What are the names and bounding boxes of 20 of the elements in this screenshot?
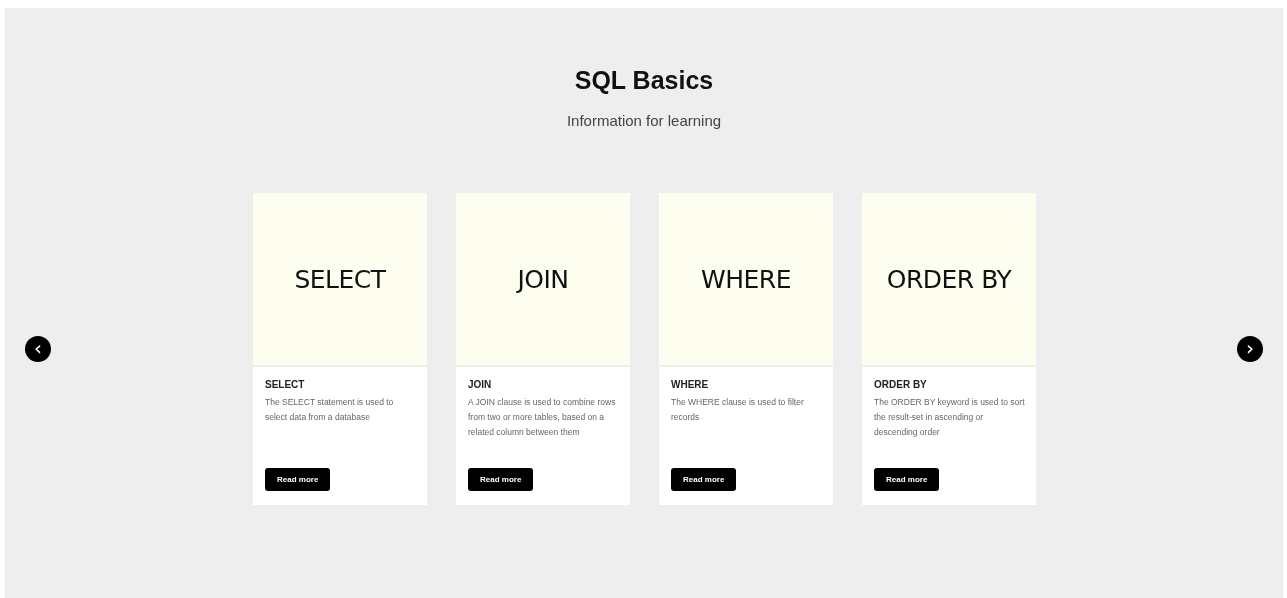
- card-title: SELECT: [265, 379, 306, 390]
- card-image-text: JOIN: [517, 264, 569, 294]
- card-image-text: ORDER BY: [886, 264, 1012, 294]
- card-title: WHERE: [671, 379, 710, 390]
- read-more-button[interactable]: Read more: [265, 468, 331, 491]
- card-image-text: WHERE: [701, 264, 791, 294]
- card-image-text: SELECT: [294, 264, 386, 294]
- card-title: ORDER BY: [874, 379, 928, 390]
- next-button[interactable]: ›: [1237, 336, 1263, 362]
- card-description: The ORDER BY keyword is used to sort the result-set in ascending or descending order: [874, 396, 1025, 439]
- card-title: JOIN: [468, 379, 493, 390]
- read-more-button[interactable]: Read more: [874, 468, 940, 491]
- read-more-button[interactable]: Read more: [671, 468, 737, 491]
- card-description: The SELECT statement is used to select data from a database: [265, 396, 395, 424]
- card-description: The WHERE clause is used to filter records: [671, 396, 805, 424]
- previous-button[interactable]: ‹: [25, 336, 51, 362]
- page-subtitle: Information for learning: [566, 112, 722, 129]
- card-description: A JOIN clause is used to combine rows from two or more tables, based on a related column between them: [468, 396, 617, 439]
- read-more-button[interactable]: Read more: [468, 468, 534, 491]
- page-title: SQL Basics: [574, 66, 714, 95]
